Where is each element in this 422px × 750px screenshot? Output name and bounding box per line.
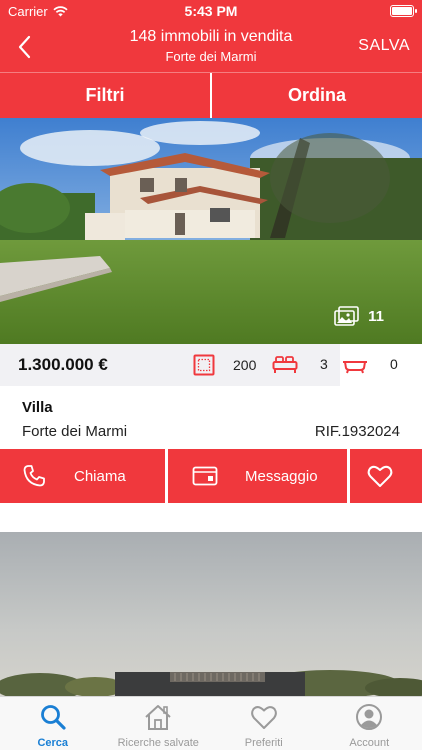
page-subtitle: Forte dei Marmi: [165, 49, 257, 64]
status-bar: Carrier 5:43 PM: [0, 0, 422, 22]
phone-icon: [23, 465, 45, 487]
heart-icon: [250, 706, 277, 729]
message-card-icon: [192, 466, 218, 486]
listing-price: 1.300.000 €: [18, 355, 108, 374]
area-icon: [193, 354, 215, 376]
heart-icon: [367, 465, 393, 487]
modern-house-photo-image: [0, 532, 422, 696]
filter-sort-bar: Filtri Ordina: [0, 72, 422, 118]
feature-area: 200: [193, 354, 256, 376]
navigation-bar: 148 immobili in vendita Forte dei Marmi …: [0, 22, 422, 72]
listing-actions: Chiama Messaggio: [0, 449, 422, 503]
home-icon: [145, 705, 171, 730]
photo-count: 11: [334, 306, 384, 326]
bedrooms-value: 3: [320, 356, 328, 372]
tab-account-label: Account: [349, 737, 390, 749]
filters-button[interactable]: Filtri: [0, 73, 210, 118]
search-icon: [40, 705, 66, 730]
feature-bedrooms: 3: [272, 354, 328, 374]
account-icon: [356, 704, 383, 730]
chevron-left-icon: [18, 35, 31, 59]
listing-photo[interactable]: 11: [0, 118, 422, 344]
bathtub-icon: [343, 361, 367, 374]
back-button[interactable]: [14, 34, 38, 60]
status-time: 5:43 PM: [184, 3, 238, 19]
nav-titles: 148 immobili in vendita Forte dei Marmi: [60, 28, 362, 64]
sort-button[interactable]: Ordina: [212, 73, 422, 118]
message-button[interactable]: Messaggio: [168, 449, 347, 503]
property-city: Forte dei Marmi: [22, 423, 128, 440]
property-reference: RIF.1932024: [314, 423, 400, 440]
listing-info[interactable]: Villa Forte dei Marmi RIF.1932024: [0, 388, 422, 448]
photo-count-value: 11: [368, 307, 384, 325]
page-title: 148 immobili in vendita: [129, 28, 293, 45]
tab-saved-searches[interactable]: Ricerche salvate: [106, 697, 212, 750]
tab-favorites-label: Preferiti: [244, 737, 283, 749]
call-button[interactable]: Chiama: [0, 449, 165, 503]
price-features-row: 1.300.000 € 200 3 0: [0, 344, 422, 386]
area-value: 200: [233, 357, 257, 373]
bed-icon: [272, 356, 298, 373]
call-label: Chiama: [74, 467, 126, 485]
tab-search-label: Cerca: [37, 737, 69, 749]
favorite-button[interactable]: [350, 449, 422, 503]
tab-saved-searches-label: Ricerche salvate: [117, 737, 199, 749]
message-label: Messaggio: [245, 467, 318, 485]
save-button[interactable]: SALVA: [358, 37, 410, 55]
card-separator: [0, 503, 422, 532]
tab-favorites[interactable]: Preferiti: [211, 697, 317, 750]
battery-icon: [390, 5, 417, 17]
bottom-tab-bar: Cerca Ricerche salvate Preferiti Account: [0, 696, 422, 750]
tab-search[interactable]: Cerca: [0, 697, 106, 750]
next-listing-photo[interactable]: [0, 532, 422, 696]
bathrooms-value: 0: [390, 356, 398, 372]
feature-bathrooms: 0: [342, 354, 398, 374]
property-type: Villa: [22, 399, 53, 416]
photos-icon: [334, 306, 359, 326]
tab-account[interactable]: Account: [317, 697, 422, 750]
